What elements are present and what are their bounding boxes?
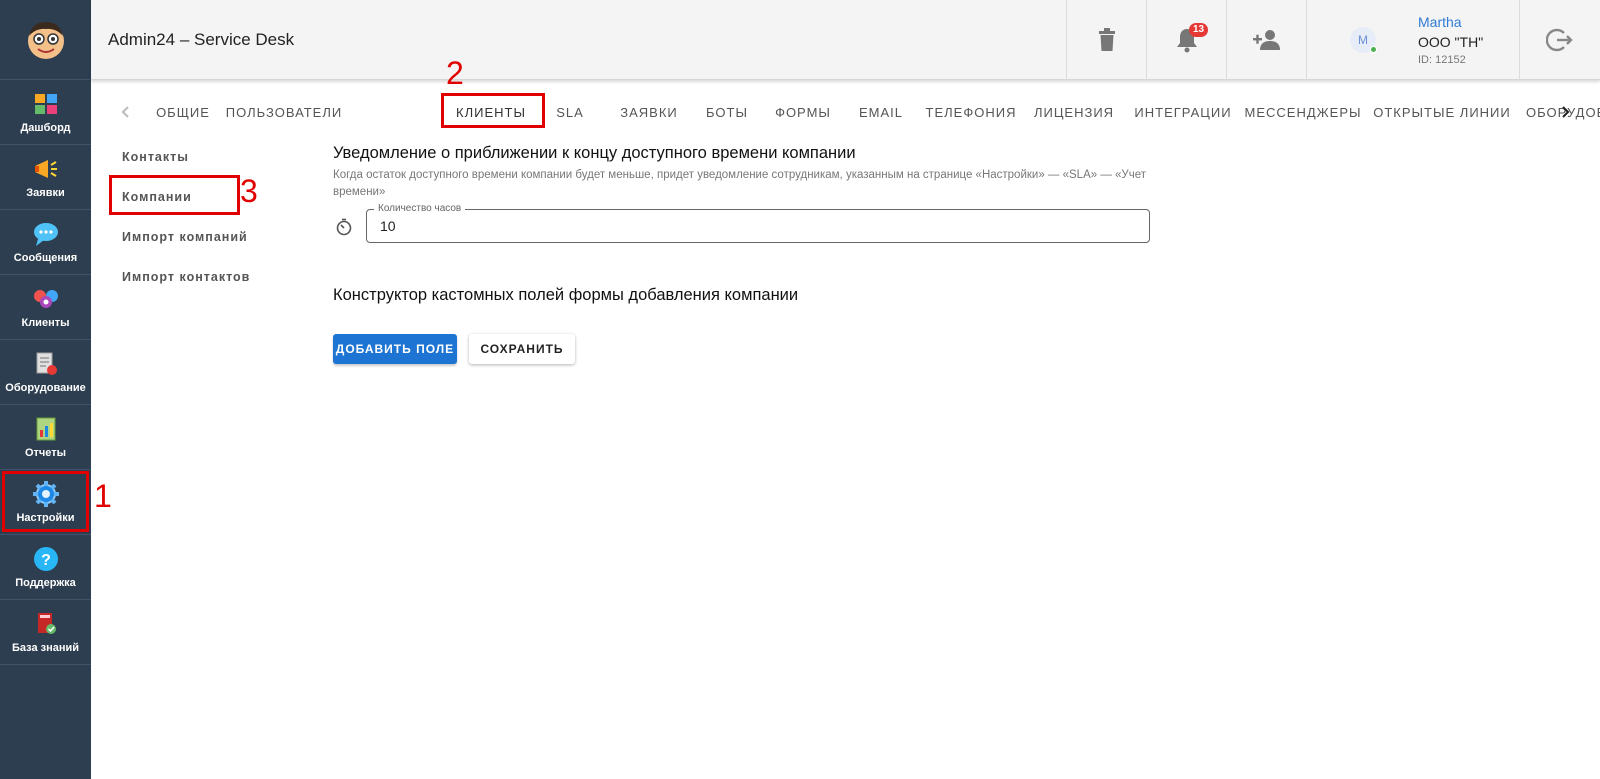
sidebar-item-label: Поддержка [15,577,76,589]
step-2-highlight [441,93,545,128]
equipment-icon [32,350,60,378]
add-field-button[interactable]: ДОБАВИТЬ ПОЛЕ [333,334,457,364]
reports-icon [32,415,60,443]
sidebar-item-label: Заявки [26,187,65,199]
help-icon: ? [32,545,60,573]
user-company: ООО "ТН" [1418,34,1484,50]
chevron-left-icon [121,106,129,118]
sidebar-item-support[interactable]: ? Поддержка [0,535,91,600]
step-3-number: 3 [240,173,258,209]
step-2-number: 2 [446,55,464,91]
sidebar-item-messages[interactable]: Сообщения [0,210,91,275]
subnav-contacts[interactable]: Контакты [122,150,189,164]
hours-count-value[interactable]: 10 [380,218,396,234]
tab-users[interactable]: Пользователи [226,96,341,128]
user-name[interactable]: Martha [1418,14,1462,30]
tab-integrations[interactable]: Интеграции [1134,96,1230,128]
add-user-button[interactable] [1226,0,1306,80]
subnav-import-contacts[interactable]: Импорт контактов [122,270,250,284]
sidebar-item-dashboard[interactable]: Дашборд [0,80,91,145]
knowledge-base-icon [32,610,60,638]
sidebar-item-label: Клиенты [21,317,70,329]
online-status-dot [1370,46,1377,53]
timer-icon [336,218,352,236]
trash-icon [1098,28,1115,51]
user-profile[interactable]: M Martha ООО "ТН" ID: 12152 [1306,0,1519,80]
step-1-highlight [2,471,89,532]
notify-section-description: Когда остаток доступного времени компани… [333,169,1147,198]
sidebar-item-label: Отчеты [24,447,67,459]
app-root: Дашборд Заявки Сообщения Клиенты Оборудо… [0,0,1600,779]
tab-general[interactable]: Общие [153,96,213,128]
sidebar-item-label: База знаний [11,642,80,654]
settings-tabs: Общие Пользователи Клиенты SLA Заявки Бо… [91,93,1600,132]
logo-avatar-icon [27,21,64,59]
sidebar-item-reports[interactable]: Отчеты [0,405,91,470]
sidebar-item-label: Дашборд [20,122,71,134]
tab-requests[interactable]: Заявки [618,96,680,128]
hours-count-label: Количество часов [374,203,466,215]
tab-messengers[interactable]: Мессенджеры [1245,96,1361,128]
constructor-section-title: Конструктор кастомных полей формы добавл… [333,286,799,304]
notifications-button[interactable]: 13 [1146,0,1226,80]
tab-forms[interactable]: Формы [775,96,831,128]
sidebar-item-label: Оборудование [5,382,86,394]
user-id: ID: 12152 [1418,54,1466,66]
logout-button[interactable] [1519,0,1600,80]
tab-open-lines[interactable]: Открытые линии [1373,96,1510,128]
hours-count-field[interactable] [366,209,1150,243]
tab-sla[interactable]: SLA [546,96,594,128]
tab-email[interactable]: Email [856,96,906,128]
app-title: Admin24 – Service Desk [108,30,295,49]
sidebar-item-clients[interactable]: Клиенты [0,275,91,340]
save-button[interactable]: СОХРАНИТЬ [469,334,575,364]
subnav-import-companies[interactable]: Импорт компаний [122,230,248,244]
tab-telephony[interactable]: Телефония [926,96,1016,128]
sidebar-item-knowledge-base[interactable]: База знаний [0,600,91,665]
logo[interactable] [0,0,91,80]
add-user-icon [1252,30,1280,50]
tabs-scroll-right-button[interactable] [1553,100,1577,124]
tab-license[interactable]: Лицензия [1034,96,1113,128]
logout-icon [1546,28,1573,52]
sidebar-item-label: Сообщения [13,252,78,264]
tabs-scroll-left-button[interactable] [114,100,138,124]
step-3-highlight [109,175,240,215]
sidebar-item-requests[interactable]: Заявки [0,145,91,210]
trash-button[interactable] [1066,0,1146,80]
dashboard-icon [32,90,60,118]
notification-count-badge: 13 [1189,23,1209,37]
chat-icon [32,220,60,248]
svg-text:?: ? [41,552,51,569]
megaphone-icon [32,155,60,183]
top-bar: Admin24 – Service Desk 13 M Martha ООО "… [91,0,1600,80]
step-1-number: 1 [94,478,112,514]
clients-icon [32,285,60,313]
chevron-right-icon [1562,106,1570,118]
notify-section-title: Уведомление о приближении к концу доступ… [333,144,856,162]
sidebar: Дашборд Заявки Сообщения Клиенты Оборудо… [0,0,91,779]
tab-bots[interactable]: Боты [702,96,752,128]
sidebar-item-equipment[interactable]: Оборудование [0,340,91,405]
